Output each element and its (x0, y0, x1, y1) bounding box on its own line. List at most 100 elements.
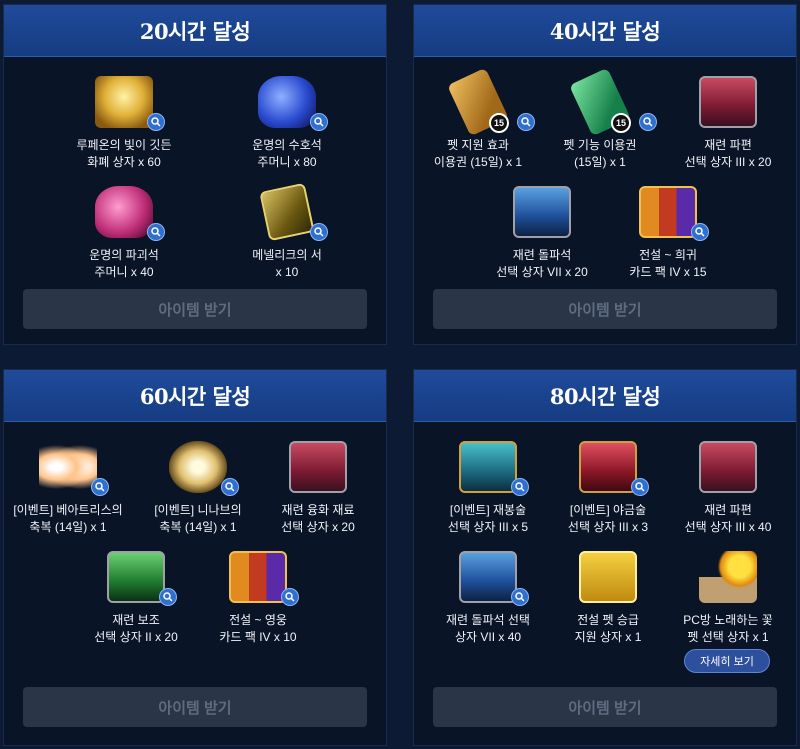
zoom-icon[interactable] (631, 478, 649, 496)
item-name: [이벤트] 재봉술 (449, 503, 527, 517)
item-quantity: 카드 팩 IV x 15 (629, 265, 707, 279)
zoom-icon[interactable] (281, 588, 299, 606)
item-quantity: 카드 팩 IV x 10 (219, 630, 297, 644)
panel-title: 20시간 달성 (4, 5, 386, 57)
zoom-icon[interactable] (691, 223, 709, 241)
item-quantity: 축복 (14일) x 1 (159, 520, 237, 534)
item-quantity: 선택 상자 x 20 (281, 520, 355, 534)
reward-item: 메넬리크의 서 x 10 (223, 181, 351, 281)
reward-item: 전설 ~ 희귀카드 팩 IV x 15 (604, 181, 732, 281)
reward-item: 15 펫 지원 효과 이용권 (15일) x 1 (414, 67, 542, 171)
zoom-icon[interactable] (517, 113, 535, 131)
zoom-icon[interactable] (221, 478, 239, 496)
gift-box-icon (579, 551, 637, 603)
reward-item: 재련 돌파석선택 상자 VII x 20 (478, 181, 606, 281)
item-quantity: 펫 선택 상자 x 1 (687, 630, 769, 644)
zoom-icon[interactable] (639, 113, 657, 131)
book-icon (259, 182, 315, 242)
red-chest-icon (699, 76, 757, 128)
claim-item-button[interactable]: 아이템 받기 (23, 289, 367, 329)
view-details-button[interactable]: 자세히 보기 (684, 649, 770, 673)
claim-item-button[interactable]: 아이템 받기 (433, 289, 777, 329)
item-quantity: 주머니 x 80 (257, 155, 317, 169)
reward-item: 루페온의 빛이 깃든화폐 상자 x 60 (60, 71, 188, 171)
reward-item: 운명의 파괴석주머니 x 40 (60, 181, 188, 281)
reward-item: 재련 파편선택 상자 III x 20 (664, 71, 792, 171)
zoom-icon[interactable] (310, 223, 328, 241)
zoom-icon[interactable] (147, 113, 165, 131)
claim-item-button[interactable]: 아이템 받기 (23, 687, 367, 727)
teal-chest-icon (459, 441, 517, 493)
reward-item: 전설 ~ 영웅카드 팩 IV x 10 (194, 546, 322, 646)
item-name: 운명의 파괴석 (89, 248, 159, 262)
card-pack-icon (229, 551, 287, 603)
pink-pouch-icon (95, 186, 153, 238)
reward-item: 전설 펫 승급지원 상자 x 1 (544, 546, 672, 646)
item-name: 재련 돌파석 선택 (446, 613, 530, 627)
card-pack-icon (639, 186, 697, 238)
reward-item: 운명의 수호석주머니 x 80 (223, 71, 351, 171)
panel-title: 80시간 달성 (414, 370, 796, 422)
item-name: 루페온의 빛이 깃든 (76, 138, 172, 152)
panel-title: 40시간 달성 (414, 5, 796, 57)
item-name: 재련 보조 (112, 613, 160, 627)
zoom-icon[interactable] (310, 113, 328, 131)
item-quantity: 선택 상자 II x 20 (94, 630, 178, 644)
item-quantity: x 10 (275, 265, 299, 279)
reward-panel-80h: 80시간 달성 [이벤트] 재봉술선택 상자 III x 5 [이벤트] 야금술… (413, 369, 797, 746)
blue-pouch-icon (258, 76, 316, 128)
item-name: [이벤트] 야금술 (569, 503, 647, 517)
reward-item: [이벤트] 야금술 선택 상자 III x 3 (544, 436, 672, 536)
item-name: 펫 기능 이용권 (563, 138, 637, 152)
item-quantity: 이용권 (15일) x 1 (433, 155, 523, 169)
reward-item: 재련 파편선택 상자 III x 40 (664, 436, 792, 536)
item-name: PC방 노래하는 꽃 (683, 613, 773, 627)
crimson-chest-icon (579, 441, 637, 493)
reward-item: 재련 융화 재료선택 상자 x 20 (254, 436, 382, 536)
item-quantity: 선택 상자 VII x 20 (496, 265, 588, 279)
item-name: 재련 파편 (704, 138, 752, 152)
panel-title: 60시간 달성 (4, 370, 386, 422)
item-quantity: 주머니 x 40 (94, 265, 154, 279)
item-name: 메넬리크의 서 (252, 248, 322, 262)
zoom-icon[interactable] (511, 478, 529, 496)
item-quantity: 선택 상자 III x 40 (684, 520, 772, 534)
item-name: 전설 ~ 희귀 (639, 248, 697, 262)
blue-chest-icon (459, 551, 517, 603)
item-name: [이벤트] 니나브의 (154, 503, 242, 517)
gold-wings-icon (169, 441, 227, 493)
zoom-icon[interactable] (147, 223, 165, 241)
claim-item-button[interactable]: 아이템 받기 (433, 687, 777, 727)
reward-panel-20h: 20시간 달성 루페온의 빛이 깃든화폐 상자 x 60 운명의 수호석주머니 … (3, 4, 387, 345)
item-quantity: 선택 상자 III x 20 (684, 155, 772, 169)
reward-item: 재련 보조선택 상자 II x 20 (72, 546, 200, 646)
orange-wings-icon (39, 441, 97, 493)
item-name: 전설 ~ 영웅 (229, 613, 287, 627)
item-name: 재련 융화 재료 (281, 503, 355, 517)
reward-item: [이벤트] 니나브의축복 (14일) x 1 (134, 436, 262, 536)
zoom-icon[interactable] (511, 588, 529, 606)
item-name: 재련 파편 (704, 503, 752, 517)
red-chest-icon (699, 441, 757, 493)
zoom-icon[interactable] (159, 588, 177, 606)
item-name: 재련 돌파석 (512, 248, 572, 262)
item-quantity: (15일) x 1 (574, 155, 626, 169)
day-badge: 15 (611, 113, 631, 133)
pet-flower-icon (699, 551, 757, 603)
red-chest-icon (289, 441, 347, 493)
reward-panel-40h: 40시간 달성 15 펫 지원 효과 이용권 (15일) x 1 15 펫 기능 … (413, 4, 797, 345)
reward-item: 15 펫 기능 이용권 (15일) x 1 (536, 67, 664, 171)
reward-panel-60h: 60시간 달성 [이벤트] 베아트리스의축복 (14일) x 1 [이벤트] 니… (3, 369, 387, 746)
day-badge: 15 (489, 113, 509, 133)
item-quantity: 화폐 상자 x 60 (87, 155, 161, 169)
item-name: 운명의 수호석 (252, 138, 322, 152)
item-quantity: 상자 VII x 40 (454, 630, 522, 644)
green-chest-icon (107, 551, 165, 603)
reward-item: PC방 노래하는 꽃펫 선택 상자 x 1 (664, 546, 792, 646)
item-quantity: 지원 상자 x 1 (574, 630, 642, 644)
item-quantity: 선택 상자 III x 5 (447, 520, 529, 534)
item-name: [이벤트] 베아트리스의 (13, 503, 123, 517)
zoom-icon[interactable] (91, 478, 109, 496)
gold-chest-icon (95, 76, 153, 128)
item-name: 전설 펫 승급 (577, 613, 639, 627)
